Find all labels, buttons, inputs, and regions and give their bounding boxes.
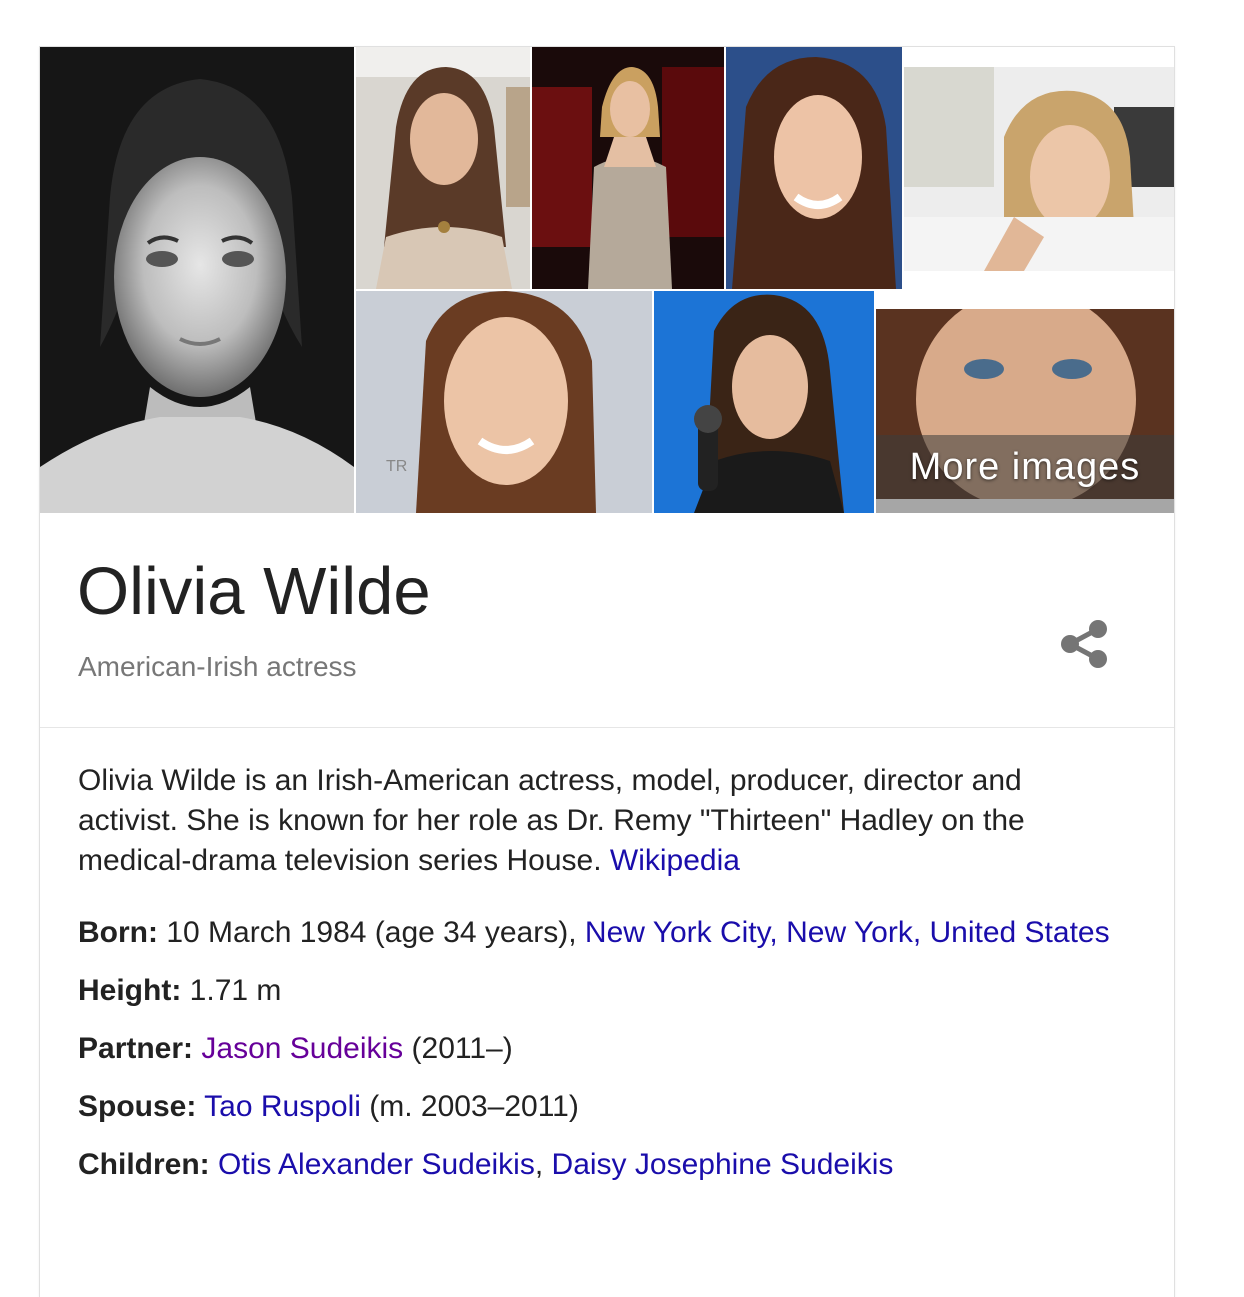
entity-description: Olivia Wilde is an Irish-American actres… <box>78 761 1128 881</box>
fact-partner: Partner: Jason Sudeikis (2011–) <box>78 1029 1128 1069</box>
facts-list: Born: 10 March 1984 (age 34 years), New … <box>78 913 1128 1203</box>
spouse-link[interactable]: Tao Ruspoli <box>204 1090 361 1123</box>
more-images-label: More images <box>909 445 1141 488</box>
share-button[interactable] <box>1056 613 1116 675</box>
image-gallery: TR More images <box>40 47 1174 513</box>
fact-born: Born: 10 March 1984 (age 34 years), New … <box>78 913 1128 953</box>
fact-spouse-suffix: (m. 2003–2011) <box>369 1090 579 1123</box>
gallery-image-silver-dress[interactable] <box>532 47 724 289</box>
gallery-image-portrait-bw[interactable] <box>40 47 354 513</box>
description-text: Olivia Wilde is an Irish-American actres… <box>78 764 1025 877</box>
knowledge-panel: TR More images Olivia Wilde American-Iri… <box>39 46 1175 1297</box>
birthplace-link[interactable]: New York City, New York, United States <box>585 916 1110 949</box>
more-images-button[interactable]: More images <box>876 309 1174 513</box>
fact-spouse: Spouse: Tao Ruspoli (m. 2003–2011) <box>78 1087 1128 1127</box>
fact-height: Height: 1.71 m <box>78 971 1128 1011</box>
more-images-strip <box>876 499 1174 513</box>
fact-children-label: Children: <box>78 1148 210 1181</box>
fact-born-label: Born: <box>78 916 158 949</box>
fact-born-value: 10 March 1984 (age 34 years), <box>166 916 577 949</box>
gallery-image-microphone[interactable] <box>654 291 874 513</box>
section-divider <box>40 727 1174 728</box>
entity-header: Olivia Wilde American-Irish actress <box>40 513 1174 727</box>
child-link-daisy[interactable]: Daisy Josephine Sudeikis <box>552 1148 894 1181</box>
entity-subtitle: American-Irish actress <box>78 651 357 682</box>
partner-link[interactable]: Jason Sudeikis <box>201 1032 403 1065</box>
fact-height-value: 1.71 m <box>189 974 282 1007</box>
fact-height-label: Height: <box>78 974 182 1007</box>
children-separator: , <box>534 1148 544 1181</box>
more-images-overlay: More images <box>876 435 1174 499</box>
wikipedia-link[interactable]: Wikipedia <box>610 844 740 877</box>
fact-partner-suffix: (2011–) <box>411 1032 513 1065</box>
fact-spouse-label: Spouse: <box>78 1090 197 1123</box>
gallery-image-laughing[interactable]: TR <box>356 291 652 513</box>
entity-title: Olivia Wilde <box>77 554 431 629</box>
child-link-otis[interactable]: Otis Alexander Sudeikis <box>218 1148 535 1181</box>
gallery-image-red-carpet[interactable] <box>356 47 530 289</box>
gallery-image-smiling[interactable] <box>726 47 902 289</box>
fact-children: Children: Otis Alexander Sudeikis, Daisy… <box>78 1145 1128 1185</box>
svg-text:TR: TR <box>386 458 407 475</box>
fact-partner-label: Partner: <box>78 1032 194 1065</box>
gallery-image-makeup[interactable] <box>904 67 1174 271</box>
share-icon <box>1061 620 1107 668</box>
